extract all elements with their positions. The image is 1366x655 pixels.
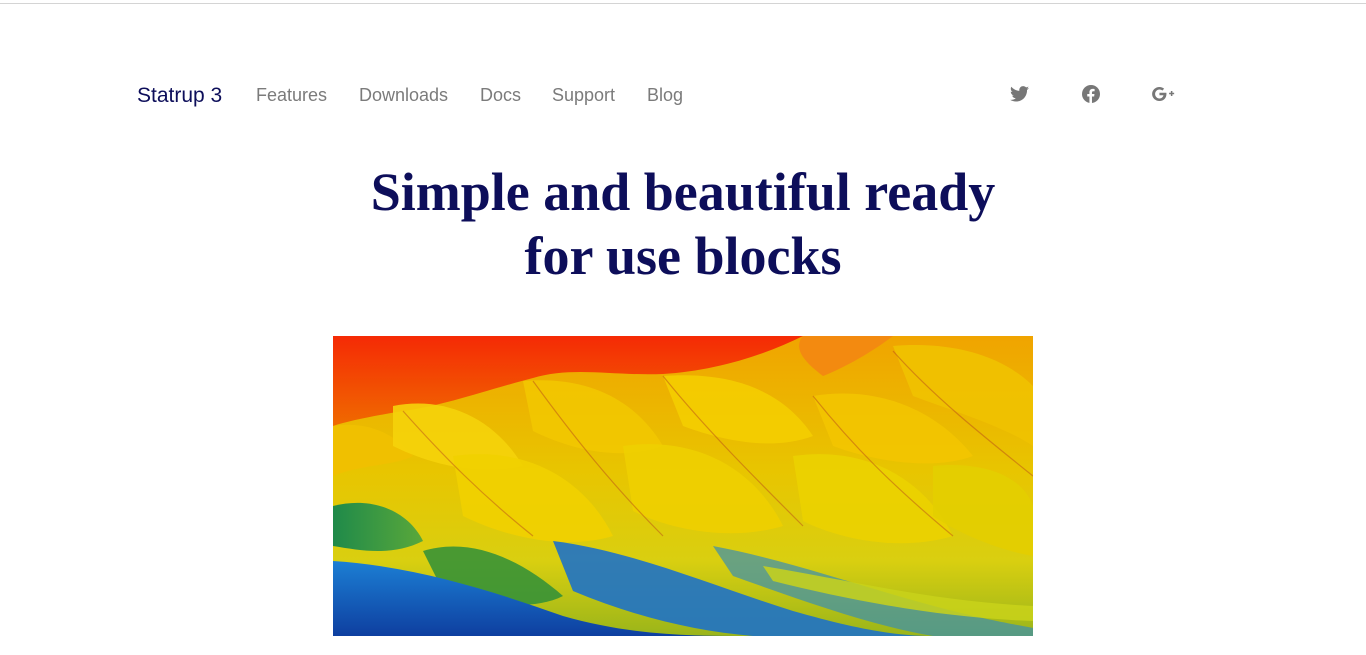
nav-link-downloads[interactable]: Downloads [359,83,448,107]
main-navbar: Statrup 3 Features Downloads Docs Suppor… [0,80,1366,110]
nav-link-support[interactable]: Support [552,83,615,107]
nav-link-features[interactable]: Features [256,83,327,107]
facebook-link[interactable] [1080,83,1102,105]
hero-feather-image [333,336,1033,636]
twitter-icon [1009,86,1029,102]
brand-logo-link[interactable]: Statrup 3 [137,84,222,108]
hero-title-line-2: for use blocks [524,226,842,286]
twitter-link[interactable] [1008,83,1030,105]
top-divider [0,3,1366,4]
hero-title-line-1: Simple and beautiful ready [370,162,996,222]
google-plus-link[interactable] [1152,83,1176,105]
nav-link-docs[interactable]: Docs [480,83,521,107]
facebook-icon [1082,85,1100,103]
nav-link-blog[interactable]: Blog [647,83,683,107]
google-plus-icon [1152,87,1176,101]
hero-title: Simple and beautiful ready for use block… [333,160,1033,288]
